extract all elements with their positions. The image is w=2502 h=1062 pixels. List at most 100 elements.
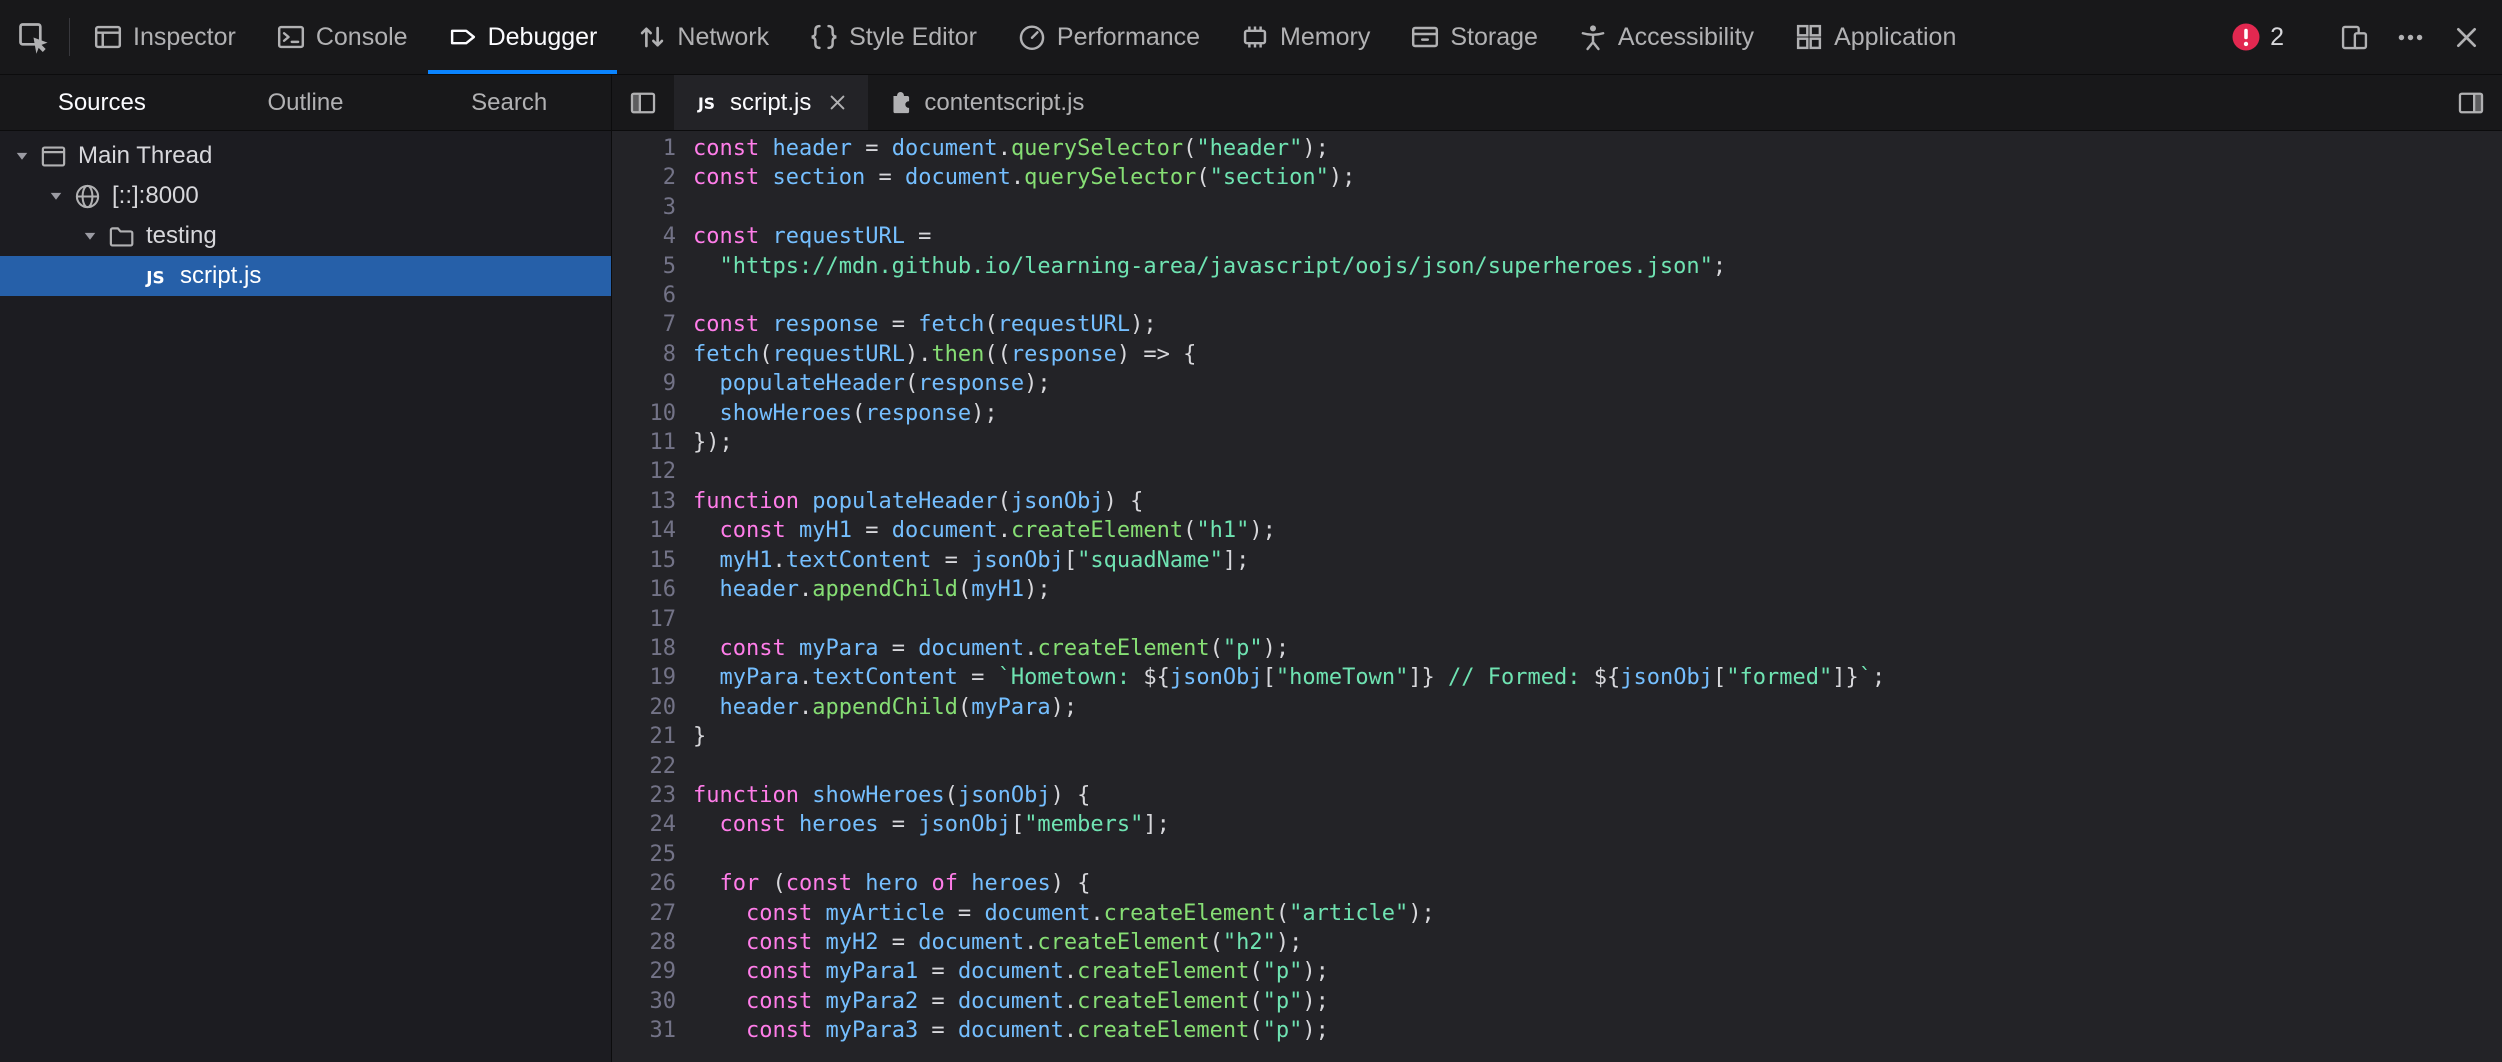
devtools-tab-debugger[interactable]: Debugger (428, 0, 618, 74)
code-token: = (918, 989, 958, 1014)
devtools-tab-network[interactable]: Network (617, 0, 789, 74)
code-line-text[interactable]: header.appendChild(myPara); (676, 693, 1077, 722)
line-number[interactable]: 16 (612, 575, 676, 604)
source-tab-contentscript-js[interactable]: contentscript.js (868, 75, 1104, 130)
expand-panes-button[interactable] (2440, 75, 2502, 130)
line-number[interactable]: 7 (612, 310, 676, 339)
line-number[interactable]: 19 (612, 663, 676, 692)
error-count-badge[interactable]: 2 (2217, 22, 2298, 52)
pick-element-button[interactable] (0, 0, 66, 74)
source-tab-script-js[interactable]: JSscript.js (674, 75, 868, 130)
code-line-text[interactable]: populateHeader(response); (676, 369, 1051, 398)
line-number[interactable]: 18 (612, 634, 676, 663)
panel-tab-sources[interactable]: Sources (0, 89, 204, 117)
line-number[interactable]: 25 (612, 840, 676, 869)
devtools-tab-memory[interactable]: Memory (1220, 0, 1390, 74)
line-number[interactable]: 9 (612, 369, 676, 398)
close-button[interactable] (2438, 0, 2494, 74)
close-tab-icon[interactable] (827, 92, 848, 113)
chevron-expanded-icon[interactable] (80, 226, 100, 246)
devtools-tab-console[interactable]: Console (256, 0, 428, 74)
line-number[interactable]: 17 (612, 605, 676, 634)
code-line-text[interactable]: const myPara2 = document.createElement("… (676, 987, 1329, 1016)
line-number[interactable]: 3 (612, 193, 676, 222)
chevron-expanded-icon[interactable] (46, 186, 66, 206)
code-line-text[interactable]: }); (676, 428, 733, 457)
code-line-text[interactable]: const requestURL = (676, 222, 931, 251)
tree-item-main-thread[interactable]: Main Thread (0, 136, 611, 176)
code-line-text[interactable]: "https://mdn.github.io/learning-area/jav… (676, 252, 1726, 281)
devtools-tab-performance[interactable]: Performance (997, 0, 1220, 74)
tree-item-8000[interactable]: [::]:8000 (0, 176, 611, 216)
chevron-expanded-icon[interactable] (12, 146, 32, 166)
code-line-text[interactable]: const myPara3 = document.createElement("… (676, 1016, 1329, 1045)
code-token: ); (1302, 989, 1329, 1014)
line-number[interactable]: 6 (612, 281, 676, 310)
panel-tab-search[interactable]: Search (407, 89, 611, 117)
code-line-text[interactable] (676, 840, 693, 869)
code-token: const (720, 636, 786, 661)
code-line-text[interactable] (676, 281, 693, 310)
code-line-text[interactable]: } (676, 722, 706, 751)
code-line-text[interactable]: fetch(requestURL).then((response) => { (676, 340, 1196, 369)
line-number[interactable]: 26 (612, 869, 676, 898)
code-line-text[interactable] (676, 605, 693, 634)
code-line-text[interactable] (676, 457, 693, 486)
line-number[interactable]: 2 (612, 163, 676, 192)
line-number[interactable]: 31 (612, 1016, 676, 1045)
devtools-tab-application[interactable]: Application (1774, 0, 1976, 74)
line-number[interactable]: 15 (612, 546, 676, 575)
code-line-text[interactable]: showHeroes(response); (676, 399, 998, 428)
line-number[interactable]: 14 (612, 516, 676, 545)
collapse-sources-pane-button[interactable] (612, 75, 674, 130)
code-line-text[interactable]: const myH2 = document.createElement("h2"… (676, 928, 1302, 957)
code-line-text[interactable]: const heroes = jsonObj["members"]; (676, 810, 1170, 839)
line-number[interactable]: 27 (612, 899, 676, 928)
line-number[interactable]: 29 (612, 957, 676, 986)
devtools-tab-style-editor[interactable]: Style Editor (789, 0, 997, 74)
meatball-menu-button[interactable] (2382, 0, 2438, 74)
line-number[interactable]: 24 (612, 810, 676, 839)
code-line-text[interactable]: const myPara = document.createElement("p… (676, 634, 1289, 663)
responsive-design-button[interactable] (2326, 0, 2382, 74)
line-number[interactable]: 8 (612, 340, 676, 369)
code-line-text[interactable] (676, 752, 693, 781)
code-token: ( (958, 577, 971, 602)
line-number[interactable]: 12 (612, 457, 676, 486)
line-number[interactable]: 1 (612, 134, 676, 163)
code-line-text[interactable] (676, 193, 693, 222)
devtools-tab-accessibility[interactable]: Accessibility (1558, 0, 1774, 74)
line-number[interactable]: 10 (612, 399, 676, 428)
code-line-text[interactable]: header.appendChild(myH1); (676, 575, 1051, 604)
line-number[interactable]: 30 (612, 987, 676, 1016)
line-number[interactable]: 11 (612, 428, 676, 457)
line-number[interactable]: 20 (612, 693, 676, 722)
code-line-text[interactable]: const header = document.querySelector("h… (676, 134, 1329, 163)
code-line-text[interactable]: myPara.textContent = `Hometown: ${jsonOb… (676, 663, 1885, 692)
code-line-text[interactable]: const response = fetch(requestURL); (676, 310, 1157, 339)
line-number[interactable]: 13 (612, 487, 676, 516)
code-line-text[interactable]: function showHeroes(jsonObj) { (676, 781, 1090, 810)
devtools-tab-storage[interactable]: Storage (1390, 0, 1558, 74)
code-line-text[interactable]: for (const hero of heroes) { (676, 869, 1090, 898)
code-line-text[interactable]: const section = document.querySelector("… (676, 163, 1355, 192)
line-number[interactable]: 21 (612, 722, 676, 751)
line-number[interactable]: 22 (612, 752, 676, 781)
tree-item-script-js[interactable]: JSscript.js (0, 256, 611, 296)
code-line-text[interactable]: const myH1 = document.createElement("h1"… (676, 516, 1276, 545)
code-token: document (918, 930, 1024, 955)
panel-tab-outline[interactable]: Outline (204, 89, 408, 117)
code-token: ); (1024, 577, 1051, 602)
code-token: "article" (1289, 901, 1408, 926)
code-line-text[interactable]: function populateHeader(jsonObj) { (676, 487, 1143, 516)
code-line-text[interactable]: const myPara1 = document.createElement("… (676, 957, 1329, 986)
tree-item-testing[interactable]: testing (0, 216, 611, 256)
line-number[interactable]: 5 (612, 252, 676, 281)
line-number[interactable]: 4 (612, 222, 676, 251)
line-number[interactable]: 23 (612, 781, 676, 810)
line-number[interactable]: 28 (612, 928, 676, 957)
code-line-text[interactable]: const myArticle = document.createElement… (676, 899, 1435, 928)
devtools-tab-inspector[interactable]: Inspector (73, 0, 256, 74)
code-line-text[interactable]: myH1.textContent = jsonObj["squadName"]; (676, 546, 1249, 575)
code-token: [ (1263, 665, 1276, 690)
